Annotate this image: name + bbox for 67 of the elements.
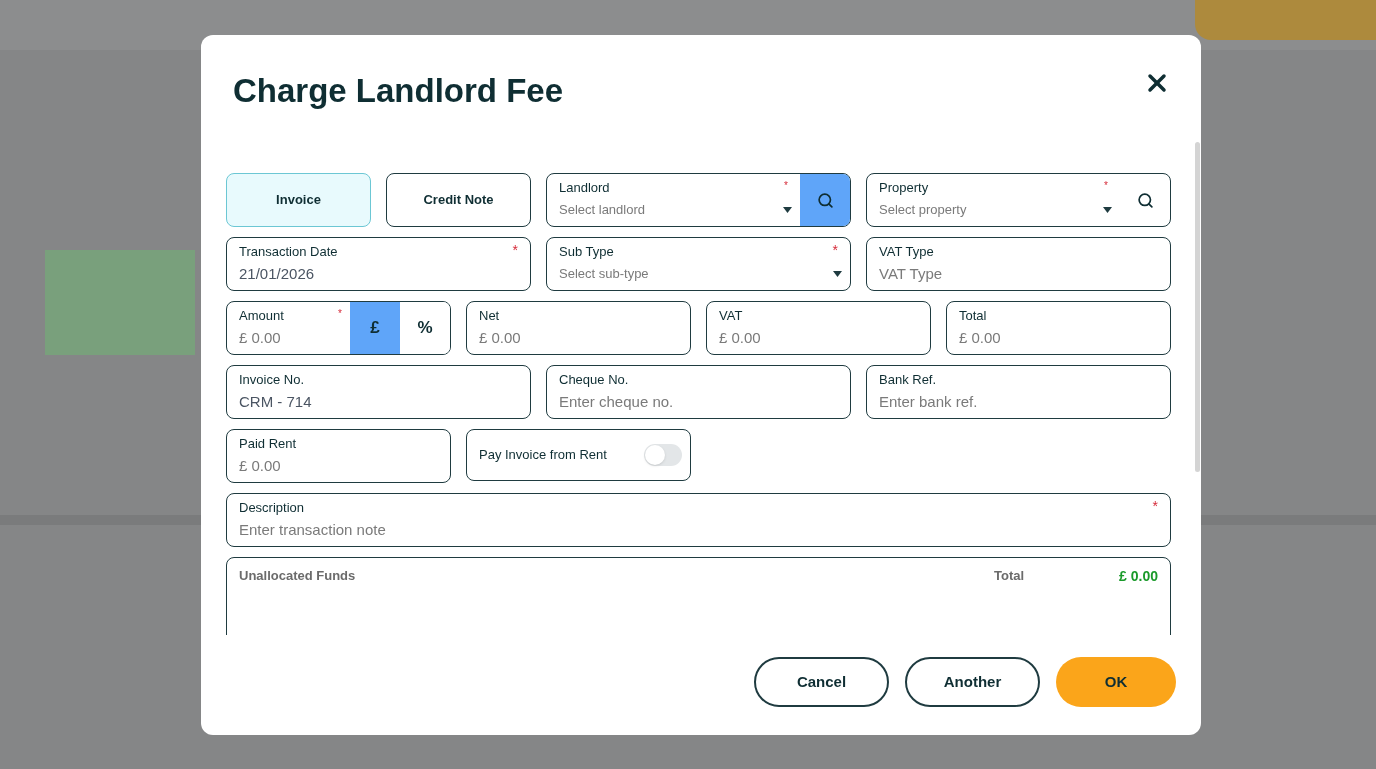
toggle-switch[interactable] xyxy=(644,444,682,466)
text-input[interactable]: £ 0.00 xyxy=(719,328,922,348)
field-label: Cheque No. xyxy=(559,372,629,388)
required-mark: * xyxy=(784,180,789,192)
text-input[interactable]: Select sub-type xyxy=(559,264,825,284)
secondary-button[interactable]: Another xyxy=(905,657,1040,707)
field-label: Description xyxy=(239,500,305,516)
input-field-box[interactable]: Bank Ref. Enter bank ref. xyxy=(866,365,1171,419)
text-input[interactable]: £ 0.00 xyxy=(959,328,1162,348)
text-input[interactable]: £ 0.00 xyxy=(239,456,442,476)
field-label: Net xyxy=(479,308,500,324)
required-mark: * xyxy=(1104,180,1109,192)
field-label: Invoice No. xyxy=(239,372,305,388)
input-field-box[interactable]: VAT Type VAT Type xyxy=(866,237,1171,291)
caret-icon xyxy=(833,271,842,277)
field-label: Bank Ref. xyxy=(879,372,937,388)
select-field-box[interactable]: Landlord * Select landlord xyxy=(546,173,851,227)
text-input[interactable]: £ 0.00 xyxy=(239,328,342,348)
required-mark: * xyxy=(512,244,519,256)
type-toggle-button[interactable]: Credit Note xyxy=(386,173,531,227)
field-label: VAT Type xyxy=(879,244,934,260)
field-label: Total xyxy=(959,308,987,324)
text-input[interactable]: CRM - 714 xyxy=(239,392,522,412)
input-field-box[interactable]: Transaction Date * 21/01/2026 xyxy=(226,237,531,291)
field-label: Property xyxy=(879,180,929,196)
select-field-box[interactable]: Sub Type * Select sub-type xyxy=(546,237,851,291)
input-field-box[interactable]: Description * Enter transaction note xyxy=(226,493,1171,547)
type-toggle-button[interactable]: Invoice xyxy=(226,173,371,227)
ok-button[interactable]: OK xyxy=(1056,657,1176,707)
text-input[interactable]: Enter transaction note xyxy=(239,520,1162,540)
caret-icon xyxy=(783,207,792,213)
panel-title: Unallocated Funds xyxy=(239,567,357,585)
input-field-box[interactable]: Total £ 0.00 xyxy=(946,301,1171,355)
scrollbar[interactable] xyxy=(1195,142,1200,472)
required-mark: * xyxy=(1152,500,1159,512)
secondary-button[interactable]: Cancel xyxy=(754,657,889,707)
select-field-box[interactable]: Property * Select property xyxy=(866,173,1171,227)
total-amount: £ 0.00 xyxy=(1119,567,1158,586)
caret-icon xyxy=(1103,207,1112,213)
dialog-title: Charge Landlord Fee xyxy=(233,71,564,111)
input-field-box[interactable]: Net £ 0.00 xyxy=(466,301,691,355)
field-label: Transaction Date xyxy=(239,244,338,260)
field-label: VAT xyxy=(719,308,743,324)
text-input[interactable]: 21/01/2026 xyxy=(239,264,522,284)
required-mark: * xyxy=(832,244,839,256)
search-icon xyxy=(1136,191,1154,209)
amount-field-box[interactable]: Amount * £ 0.00 £ % xyxy=(226,301,451,355)
text-input[interactable]: Enter cheque no. xyxy=(559,392,842,412)
text-input[interactable]: Enter bank ref. xyxy=(879,392,1162,412)
total-label: Total xyxy=(993,567,1025,585)
text-input[interactable]: VAT Type xyxy=(879,264,1162,284)
field-label: Amount xyxy=(239,308,284,324)
toggle-label: Pay Invoice from Rent xyxy=(479,446,607,465)
text-input[interactable]: Select landlord xyxy=(559,200,775,220)
input-field-box[interactable]: VAT £ 0.00 xyxy=(706,301,931,355)
field-label: Landlord xyxy=(559,180,610,196)
text-input[interactable]: £ 0.00 xyxy=(479,328,682,348)
search-icon xyxy=(816,191,834,209)
input-field-box[interactable]: Invoice No. CRM - 714 xyxy=(226,365,531,419)
field-label: Sub Type xyxy=(559,244,614,260)
search-button[interactable] xyxy=(800,174,850,226)
input-field-box[interactable]: Paid Rent £ 0.00 xyxy=(226,429,451,483)
required-mark: * xyxy=(338,308,342,320)
unit-toggle-button[interactable]: £ xyxy=(350,302,400,354)
input-field-box[interactable]: Cheque No. Enter cheque no. xyxy=(546,365,851,419)
field-label: Paid Rent xyxy=(239,436,297,452)
text-input[interactable]: Select property xyxy=(879,200,1095,220)
